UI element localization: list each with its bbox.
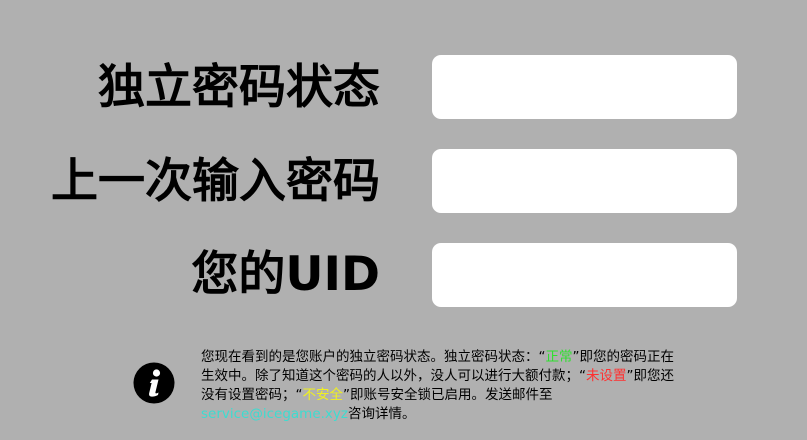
info-text-part-5: 咨询详情。	[348, 406, 416, 422]
uid-label: 您的UID	[191, 247, 380, 302]
info-icon	[133, 362, 175, 404]
status-unsafe-label: 不安全	[302, 387, 344, 403]
last-entered-password-label: 上一次输入密码	[51, 154, 380, 209]
status-normal-label: 正常	[545, 349, 573, 365]
status-unset-label: 未设置	[586, 368, 627, 384]
uid-field[interactable]	[432, 243, 737, 307]
info-description: 您现在看到的是您账户的独立密码状态。独立密码状态：“正常”即您的密码正在生效中。…	[201, 348, 675, 424]
independent-password-status-field[interactable]	[432, 55, 737, 119]
support-email-link[interactable]: service@icegame.xyz	[201, 406, 348, 422]
info-text-part-4: ”即账号安全锁已启用。发送邮件至	[343, 387, 553, 403]
info-text-part-1: 您现在看到的是您账户的独立密码状态。独立密码状态：“	[201, 349, 546, 365]
independent-password-status-label: 独立密码状态	[98, 60, 380, 115]
last-entered-password-field[interactable]	[432, 149, 737, 213]
